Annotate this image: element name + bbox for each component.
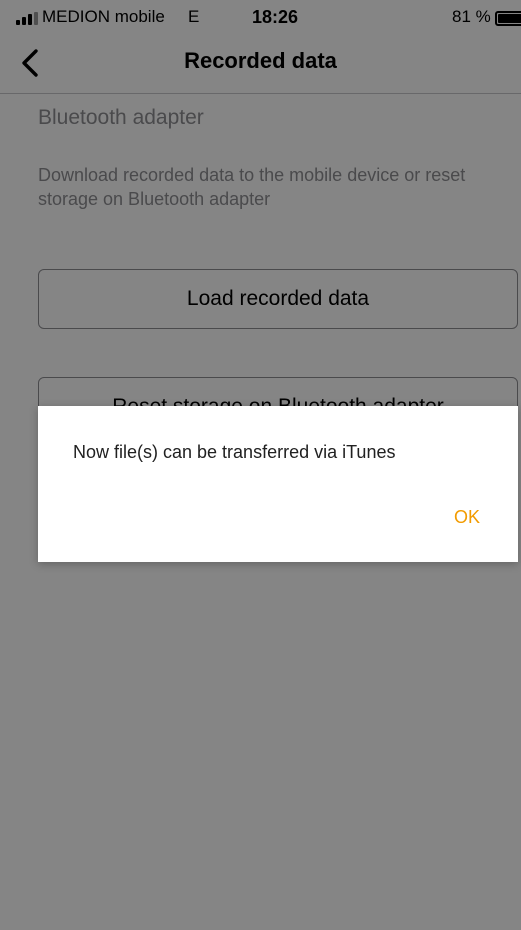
ok-button[interactable]: OK — [454, 507, 480, 528]
dialog-message: Now file(s) can be transferred via iTune… — [73, 442, 396, 462]
alert-dialog: Now file(s) can be transferred via iTune… — [38, 406, 518, 562]
app-screen: MEDION mobile E 18:26 81 % Recorded data… — [0, 0, 521, 930]
